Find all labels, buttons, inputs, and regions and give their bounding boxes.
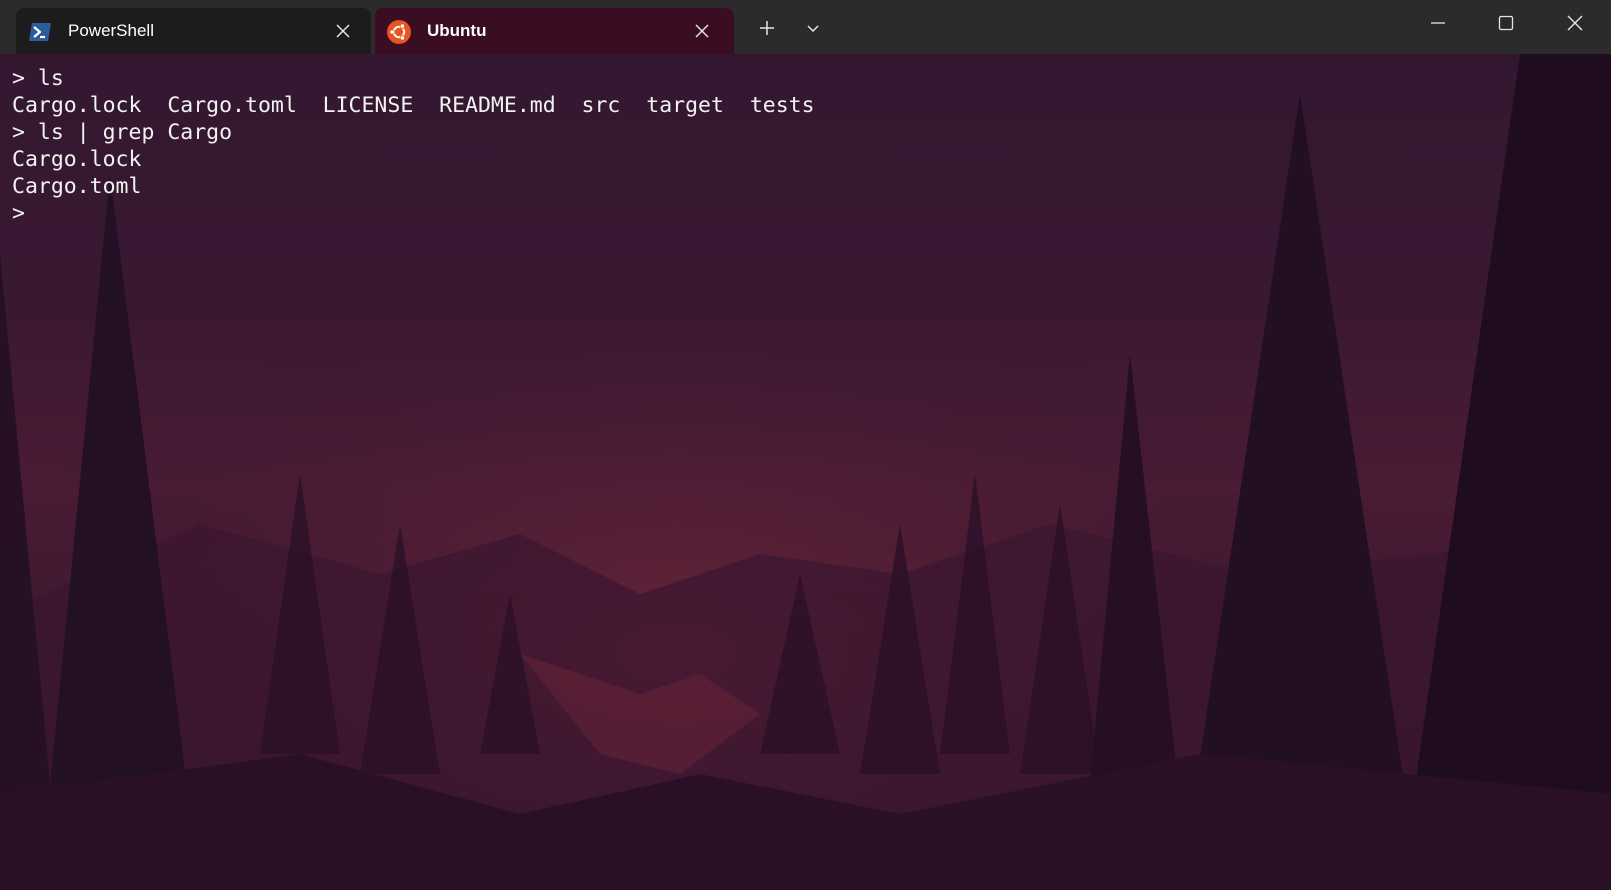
minimize-button[interactable] <box>1404 0 1472 50</box>
terminal-pane[interactable]: > ls Cargo.lock Cargo.toml LICENSE READM… <box>0 54 1611 890</box>
terminal-line: Cargo.toml <box>12 174 142 199</box>
close-tab-icon[interactable] <box>334 22 352 40</box>
close-tab-icon[interactable] <box>693 22 711 40</box>
tab-label: PowerShell <box>68 21 154 40</box>
tab-powershell[interactable]: PowerShell <box>16 8 371 54</box>
terminal-line: > ls | grep Cargo <box>12 120 233 145</box>
close-icon <box>1566 14 1584 36</box>
close-window-button[interactable] <box>1541 0 1609 50</box>
plus-icon <box>758 19 776 41</box>
terminal-line: > ls <box>12 66 64 91</box>
terminal-window: PowerShell Ubuntu > ls Cargo.lock Cargo.… <box>0 0 1611 890</box>
maximize-icon <box>1497 14 1515 36</box>
powershell-icon <box>28 20 52 44</box>
ubuntu-icon <box>387 20 411 44</box>
terminal-prompt[interactable]: > <box>12 200 815 227</box>
terminal-output: > ls Cargo.lock Cargo.toml LICENSE READM… <box>12 65 815 227</box>
minimize-icon <box>1429 14 1447 36</box>
terminal-line: Cargo.lock <box>12 147 142 172</box>
tab-dropdown-button[interactable] <box>795 12 831 48</box>
chevron-down-icon <box>805 20 821 40</box>
tab-ubuntu[interactable]: Ubuntu <box>375 8 734 54</box>
new-tab-button[interactable] <box>749 12 785 48</box>
maximize-button[interactable] <box>1472 0 1540 50</box>
title-bar[interactable]: PowerShell Ubuntu <box>0 0 1611 54</box>
terminal-line: Cargo.lock Cargo.toml LICENSE README.md … <box>12 93 815 118</box>
tab-label: Ubuntu <box>427 21 487 40</box>
